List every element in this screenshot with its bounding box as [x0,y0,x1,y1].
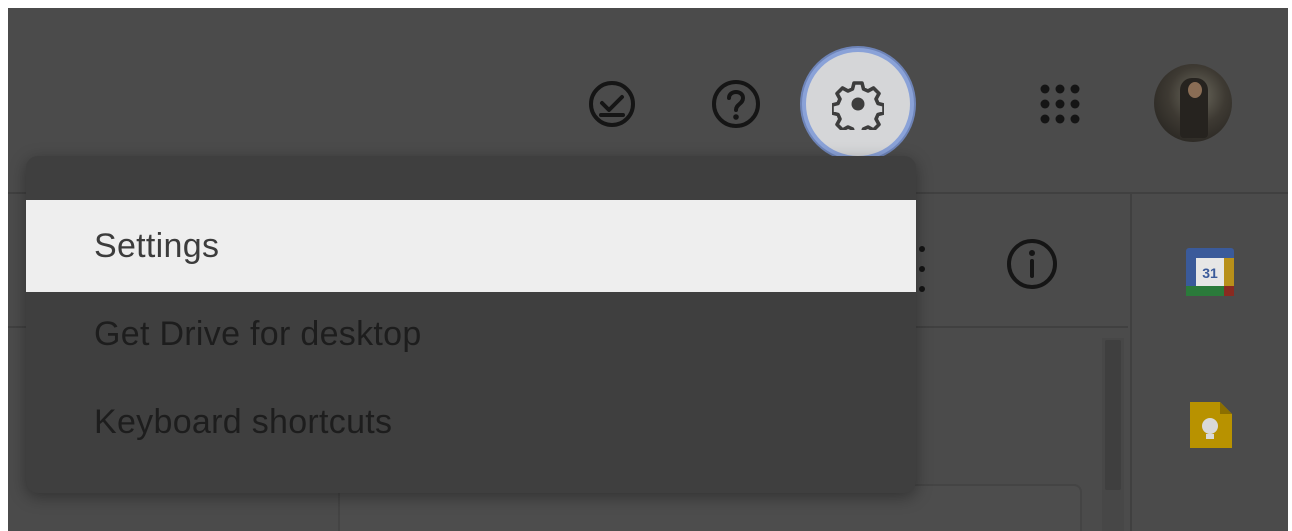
menu-item-label: Settings [94,226,220,265]
help-button[interactable] [702,70,770,138]
ready-for-offline-icon [587,79,637,129]
keep-app-icon[interactable] [1184,400,1236,452]
help-icon [710,78,762,130]
scrollbar-thumb[interactable] [1105,340,1121,490]
details-button[interactable] [1002,236,1062,296]
menu-item-settings[interactable]: Settings [26,200,916,292]
menu-item-get-drive-for-desktop[interactable]: Get Drive for desktop [26,288,916,380]
more-vert-icon[interactable] [914,246,928,294]
drive-app-dimmed: 31 Settings Get Drive for desktop Keyboa… [8,8,1288,531]
screenshot-frame: 31 Settings Get Drive for desktop Keyboa… [0,0,1292,531]
avatar-face [1188,82,1202,98]
side-panel-divider [1130,194,1132,531]
menu-item-label: Get Drive for desktop [94,314,422,353]
account-avatar[interactable] [1154,64,1232,142]
google-apps-button[interactable] [1026,70,1094,138]
menu-item-label: Keyboard shortcuts [94,402,393,441]
settings-gear-icon [832,78,884,130]
calendar-app-icon[interactable]: 31 [1184,246,1236,298]
settings-menu: Settings Get Drive for desktop Keyboard … [26,156,916,493]
info-icon [1005,237,1059,296]
menu-item-keyboard-shortcuts[interactable]: Keyboard shortcuts [26,376,916,468]
settings-button[interactable] [806,52,910,156]
calendar-date-label: 31 [1202,265,1218,281]
google-apps-icon [1038,82,1082,126]
ready-for-offline-button[interactable] [578,70,646,138]
